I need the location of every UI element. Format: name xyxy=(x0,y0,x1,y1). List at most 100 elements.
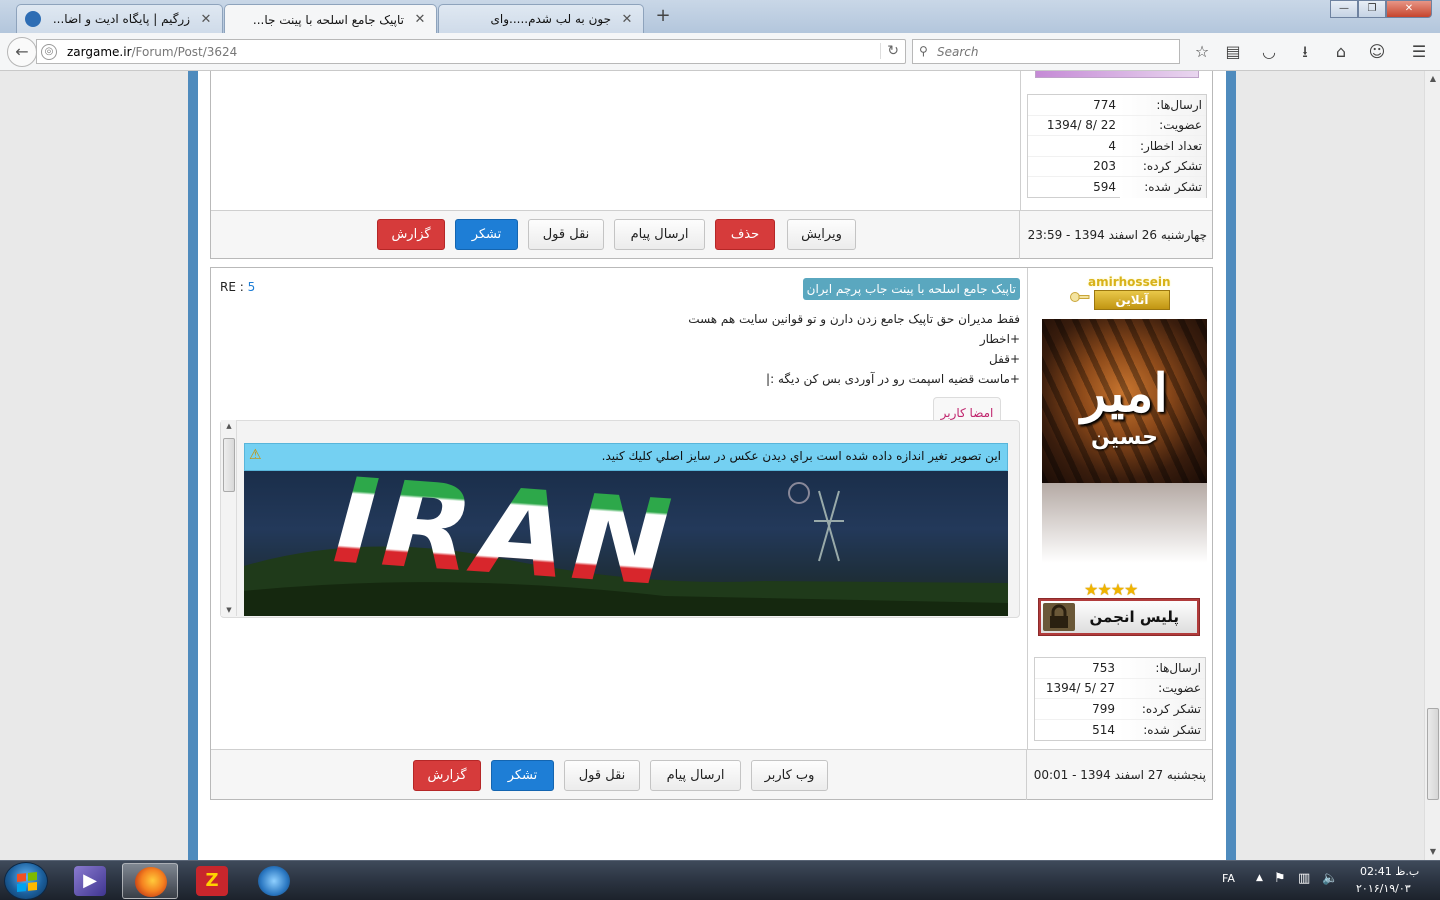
action-center-flag-icon[interactable]: ⚑ xyxy=(1274,871,1286,886)
close-window-button[interactable]: ✕ xyxy=(1386,0,1432,18)
menu-icon[interactable]: ☰ xyxy=(1408,41,1430,63)
visual-studio-icon: ▶ xyxy=(74,866,106,896)
start-button[interactable] xyxy=(4,862,48,900)
lock-icon xyxy=(1043,603,1075,631)
back-button[interactable]: ← xyxy=(7,37,37,67)
stat-joined: عضویت: 1394/ 5/ 27 xyxy=(1035,678,1205,699)
page-scrollbar[interactable]: ▲ ▼ xyxy=(1424,71,1440,860)
taskbar-app-filezilla[interactable]: Z xyxy=(184,863,240,899)
post-footer: پنجشنبه 27 اسفند 1394 - 00:01 وب کاربر ا… xyxy=(211,749,1212,800)
maximize-button[interactable]: ❐ xyxy=(1358,0,1386,18)
filezilla-icon: Z xyxy=(196,866,228,896)
chat-icon[interactable]: ☺ xyxy=(1366,41,1388,63)
stat-thanks-received: تشکر شده: 514 xyxy=(1035,719,1205,740)
stat-posts: ارسال‌ها: 753 xyxy=(1035,658,1205,679)
signature-scrollbar[interactable]: ▲ ▼ xyxy=(221,420,237,616)
close-tab-icon[interactable]: ✕ xyxy=(198,12,214,27)
scroll-up-icon[interactable]: ▲ xyxy=(223,422,235,430)
quote-button[interactable]: نقل قول xyxy=(528,219,604,250)
scroll-down-icon[interactable]: ▼ xyxy=(223,606,235,614)
stat-joined: عضویت: 1394/ 8/ 22 xyxy=(1028,115,1206,136)
username[interactable]: amirhossein xyxy=(1088,275,1171,289)
body-line: +اخطار xyxy=(979,332,1020,346)
thanks-button[interactable]: تشکر xyxy=(491,760,554,791)
tab-title: زرگیم | پایگاه ادیت و اضا... xyxy=(52,12,190,26)
window-controls: — ❐ ✕ xyxy=(1330,0,1432,18)
browser-nav-bar: ◎ zargame.ir/Forum/Post/3624 ↻ ← ⚲ ☆ ▤ ◡… xyxy=(0,33,1440,71)
windows-logo-icon xyxy=(17,871,37,893)
report-button[interactable]: گزارش xyxy=(377,219,445,250)
report-button[interactable]: گزارش xyxy=(413,760,481,791)
body-line: +ماست قضیه اسپمت رو در آوردی بس کن دیگه … xyxy=(766,372,1020,386)
system-tray: FA ▲ ⚑ ▥ 🔈 02:41 ب.ظ ۲۰۱۶/۱۹/۰۳ xyxy=(1210,861,1440,900)
website-button[interactable]: وب کاربر xyxy=(751,760,828,791)
clock-date[interactable]: ۲۰۱۶/۱۹/۰۳ xyxy=(1356,882,1411,895)
tab-other[interactable]: جون به لب شدم.....وای ✕ xyxy=(438,4,644,33)
pocket-icon[interactable]: ◡ xyxy=(1258,41,1280,63)
post-user-sidebar: amirhossein آنلاین امیر حسین ★★★★ پلیس ا… xyxy=(1027,268,1212,799)
post-date: پنجشنبه 27 اسفند 1394 - 00:01 xyxy=(1033,768,1206,782)
url-text[interactable]: zargame.ir/Forum/Post/3624 xyxy=(67,45,237,59)
post-date: چهارشنبه 26 اسفند 1394 - 23:59 xyxy=(1027,228,1207,242)
scroll-down-icon[interactable]: ▼ xyxy=(1425,844,1440,860)
post-reply: amirhossein آنلاین امیر حسین ★★★★ پلیس ا… xyxy=(210,267,1213,800)
thanks-button[interactable]: تشکر xyxy=(455,219,518,250)
rating-stars: ★★★★ xyxy=(1084,580,1138,599)
reload-icon[interactable]: ↻ xyxy=(880,43,899,59)
edit-button[interactable]: ویرایش xyxy=(787,219,856,250)
minimize-button[interactable]: — xyxy=(1330,0,1358,18)
clock-time[interactable]: 02:41 ب.ظ xyxy=(1360,865,1419,878)
stat-posts: ارسال‌ها: 774 xyxy=(1028,95,1206,116)
url-bar[interactable]: ◎ zargame.ir/Forum/Post/3624 ↻ xyxy=(36,39,906,64)
site-favicon-icon xyxy=(25,11,41,27)
user-stats: ارسال‌ها: 774 عضویت: 1394/ 8/ 22 تعداد اخط… xyxy=(1027,94,1207,198)
show-hidden-icons-icon[interactable]: ▲ xyxy=(1256,873,1263,883)
tab-topic[interactable]: تاپیک جامع اسلحه با پینت جا... ✕ xyxy=(224,4,437,34)
rank-badge: پلیس انجمن xyxy=(1038,598,1200,636)
search-box[interactable]: ⚲ xyxy=(912,39,1180,64)
post-title[interactable]: تاپیک جامع اسلحه با پینت جاب پرچم ایران xyxy=(802,278,1020,300)
scroll-thumb[interactable] xyxy=(223,438,235,492)
globe-app-icon xyxy=(258,866,290,896)
key-icon xyxy=(1070,290,1090,304)
taskbar: ▶ Z FA ▲ ⚑ ▥ 🔈 02:41 ب.ظ ۲۰۱۶/۱۹/۰۳ xyxy=(0,860,1440,900)
home-icon[interactable]: ⌂ xyxy=(1330,41,1352,63)
body-line: فقط مدیران حق تاپیک جامع زدن دارن و تو ق… xyxy=(688,312,1020,326)
volume-icon[interactable]: 🔈 xyxy=(1322,871,1338,886)
globe-icon[interactable]: ◎ xyxy=(41,44,57,60)
bookmark-star-icon[interactable]: ☆ xyxy=(1191,41,1213,63)
scroll-up-icon[interactable]: ▲ xyxy=(1425,71,1440,87)
reply-number: RE : 5 xyxy=(220,280,256,294)
tab-zargame[interactable]: زرگیم | پایگاه ادیت و اضا... ✕ xyxy=(16,4,223,33)
reading-list-icon[interactable]: ▤ xyxy=(1222,41,1244,63)
quote-button[interactable]: نقل قول xyxy=(564,760,640,791)
user-stats: ارسال‌ها: 753 عضویت: 1394/ 5/ 27 تشکر کرده… xyxy=(1034,657,1206,741)
network-icon[interactable]: ▥ xyxy=(1298,871,1310,886)
download-icon[interactable]: ⭳ xyxy=(1294,41,1316,63)
delete-button[interactable]: حذف xyxy=(715,219,775,250)
signature-image[interactable]: IRAN xyxy=(244,471,1008,616)
taskbar-app-network[interactable] xyxy=(246,863,302,899)
online-badge: آنلاین xyxy=(1094,290,1170,310)
stat-warnings: تعداد اخطار: 4 xyxy=(1028,136,1206,157)
language-indicator[interactable]: FA xyxy=(1222,872,1235,885)
close-tab-icon[interactable]: ✕ xyxy=(412,12,428,27)
close-tab-icon[interactable]: ✕ xyxy=(619,12,635,27)
search-input[interactable] xyxy=(937,43,1167,61)
stat-thanked: تشکر کرده: 799 xyxy=(1035,699,1205,720)
search-icon: ⚲ xyxy=(919,44,928,58)
post-previous: ارسال‌ها: 774 عضویت: 1394/ 8/ 22 تعداد اخط… xyxy=(210,71,1213,259)
scroll-thumb[interactable] xyxy=(1427,708,1439,800)
tab-title: جون به لب شدم.....وای xyxy=(490,12,611,26)
taskbar-app-firefox[interactable] xyxy=(122,863,178,899)
tab-title: تاپیک جامع اسلحه با پینت جا... xyxy=(252,12,404,27)
avatar[interactable]: امیر حسین xyxy=(1042,319,1207,563)
taskbar-app-vs[interactable]: ▶ xyxy=(62,863,118,899)
page-viewport: ارسال‌ها: 774 عضویت: 1394/ 8/ 22 تعداد اخط… xyxy=(0,71,1424,860)
resize-notice[interactable]: اين تصوير تغير اندازه داده شده است براي … xyxy=(244,443,1008,471)
new-tab-button[interactable]: + xyxy=(650,5,676,27)
warning-icon: ⚠ xyxy=(249,447,262,463)
stat-thanked: تشکر کرده: 203 xyxy=(1028,156,1206,177)
send-message-button[interactable]: ارسال پیام xyxy=(650,760,741,791)
send-message-button[interactable]: ارسال پیام xyxy=(614,219,705,250)
